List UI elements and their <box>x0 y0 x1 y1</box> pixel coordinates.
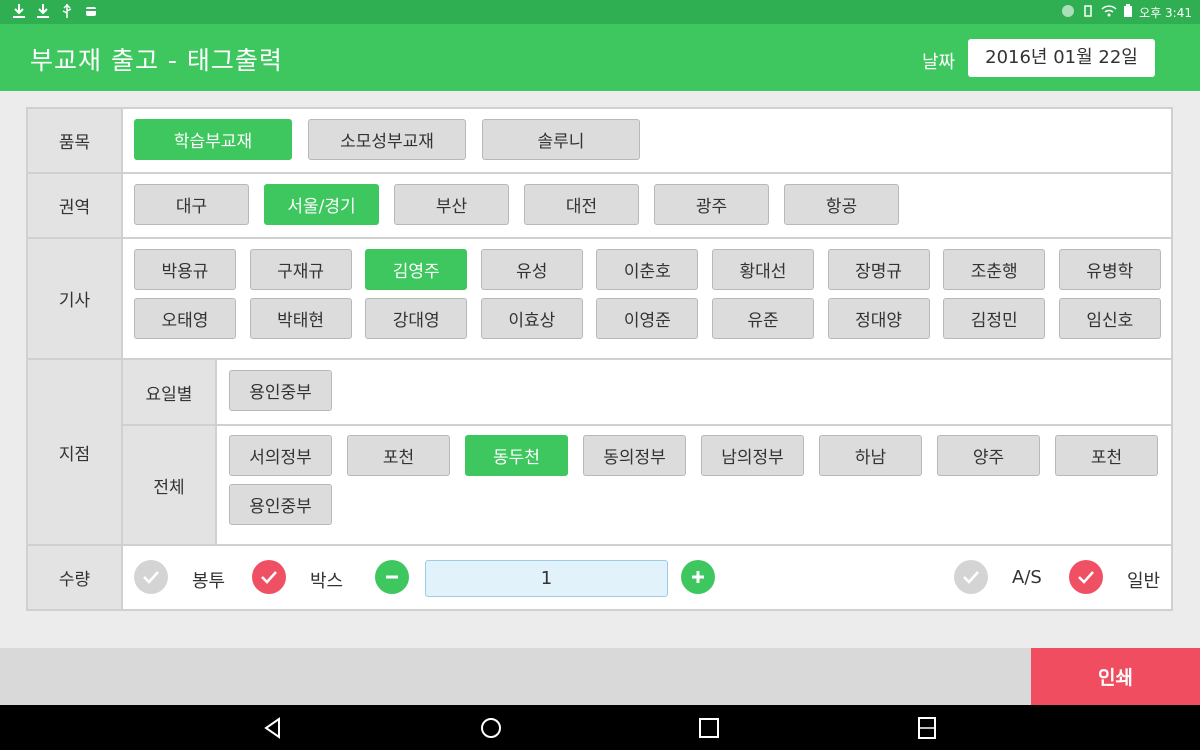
android-debug-icon <box>84 3 98 23</box>
usb-icon <box>60 3 74 23</box>
branch-option[interactable]: 동두천 <box>465 435 568 476</box>
region-row: 권역 대구 서울/경기 부산 대전 광주 항공 <box>28 174 1171 239</box>
region-option[interactable]: 광주 <box>654 184 769 225</box>
driver-option[interactable]: 박용규 <box>134 249 236 290</box>
recents-icon[interactable] <box>697 716 721 740</box>
bottom-bar <box>0 648 1200 705</box>
branch-divider <box>123 424 1171 426</box>
normal-check-icon[interactable] <box>1069 560 1103 594</box>
as-check-icon[interactable] <box>954 560 988 594</box>
box-label: 박스 <box>310 571 344 592</box>
driver-option[interactable]: 유준 <box>712 298 814 339</box>
item-row: 품목 학습부교재 소모성부교재 솔루니 <box>28 109 1171 174</box>
branch-option[interactable]: 포천 <box>1055 435 1158 476</box>
as-label: A/S <box>1012 567 1042 588</box>
print-button[interactable]: 인쇄 <box>1031 648 1200 705</box>
driver-row: 기사 박용규 구재규 김영주 유성 이춘호 황대선 장명규 조춘행 유병학오태영 박태현 강대영 이효… <box>28 239 1171 360</box>
by-day-branch-option[interactable]: 용인중부 <box>229 370 332 411</box>
driver-option[interactable]: 김영주 <box>365 249 468 290</box>
region-label: 권역 <box>28 174 123 237</box>
item-label: 품목 <box>28 109 123 172</box>
branch-option[interactable]: 용인중부 <box>229 484 332 525</box>
system-nav-bar <box>0 705 1200 750</box>
vibrate-icon <box>1081 4 1095 21</box>
branch-option[interactable]: 남의정부 <box>701 435 804 476</box>
branch-label: 지점 <box>28 360 123 544</box>
wifi-icon <box>1101 4 1117 21</box>
status-bar: 오후 3:41 <box>0 0 1200 24</box>
bag-check-icon[interactable] <box>134 560 168 594</box>
date-label: 날짜 <box>922 52 956 73</box>
battery-icon <box>1123 4 1133 21</box>
branch-option[interactable]: 동의정부 <box>583 435 686 476</box>
branch-option[interactable]: 포천 <box>347 435 450 476</box>
box-check-icon[interactable] <box>252 560 286 594</box>
decrement-icon[interactable] <box>375 560 409 594</box>
driver-option[interactable]: 구재규 <box>249 249 352 290</box>
bluetooth-icon <box>1061 4 1075 21</box>
driver-option[interactable]: 황대선 <box>712 249 814 290</box>
region-option[interactable]: 대구 <box>134 184 249 225</box>
split-screen-icon[interactable] <box>915 716 939 740</box>
branch-option[interactable]: 양주 <box>937 435 1040 476</box>
home-icon[interactable] <box>479 716 503 740</box>
driver-option[interactable]: 장명규 <box>827 249 930 290</box>
region-option[interactable]: 서울/경기 <box>264 184 379 225</box>
driver-option[interactable]: 강대영 <box>365 298 468 339</box>
driver-option[interactable]: 박태현 <box>249 298 352 339</box>
driver-option[interactable]: 임신호 <box>1058 298 1161 339</box>
item-option[interactable]: 솔루니 <box>482 119 640 160</box>
driver-option[interactable]: 이효상 <box>480 298 583 339</box>
status-time: 오후 3:41 <box>1139 6 1192 20</box>
quantity-label: 수량 <box>28 546 123 609</box>
item-option[interactable]: 소모성부교재 <box>308 119 466 160</box>
driver-option[interactable]: 김정민 <box>943 298 1046 339</box>
item-option[interactable]: 학습부교재 <box>134 119 292 160</box>
back-icon[interactable] <box>261 716 285 740</box>
increment-icon[interactable] <box>681 560 715 594</box>
branch-option[interactable]: 서의정부 <box>229 435 332 476</box>
branch-option[interactable]: 하남 <box>819 435 922 476</box>
all-branches-label: 전체 <box>123 426 217 544</box>
driver-option[interactable]: 오태영 <box>134 298 236 339</box>
app-bar: 부교재 출고 - 태그출력 날짜 2016년 01월 22일 <box>0 24 1200 91</box>
region-option[interactable]: 대전 <box>524 184 639 225</box>
normal-label: 일반 <box>1127 571 1161 592</box>
quantity-input[interactable]: 1 <box>425 560 668 597</box>
driver-option[interactable]: 이영준 <box>596 298 699 339</box>
date-field[interactable]: 2016년 01월 22일 <box>968 39 1155 77</box>
release-form: 품목 학습부교재 소모성부교재 솔루니 권역 대구 서울/경기 부산 대전 광주 항공 기사 … <box>26 107 1173 611</box>
region-option[interactable]: 항공 <box>784 184 899 225</box>
driver-option[interactable]: 조춘행 <box>943 249 1046 290</box>
quantity-row: 수량 봉투 박스 1 A/S 일반 <box>28 546 1171 609</box>
download-icon <box>12 3 26 23</box>
page-title: 부교재 출고 - 태그출력 <box>30 46 283 75</box>
by-day-label: 요일별 <box>123 360 217 424</box>
driver-option[interactable]: 이춘호 <box>596 249 699 290</box>
driver-option[interactable]: 정대양 <box>827 298 930 339</box>
driver-label: 기사 <box>28 239 123 358</box>
branch-row: 지점 요일별 전체 용인중부 서의정부 포천 동두천 동의정부 남의정부 하남 양주 포천 용인… <box>28 360 1171 546</box>
download-icon <box>36 3 50 23</box>
bag-label: 봉투 <box>192 571 226 592</box>
region-option[interactable]: 부산 <box>394 184 509 225</box>
driver-option[interactable]: 유성 <box>480 249 583 290</box>
driver-option[interactable]: 유병학 <box>1058 249 1161 290</box>
